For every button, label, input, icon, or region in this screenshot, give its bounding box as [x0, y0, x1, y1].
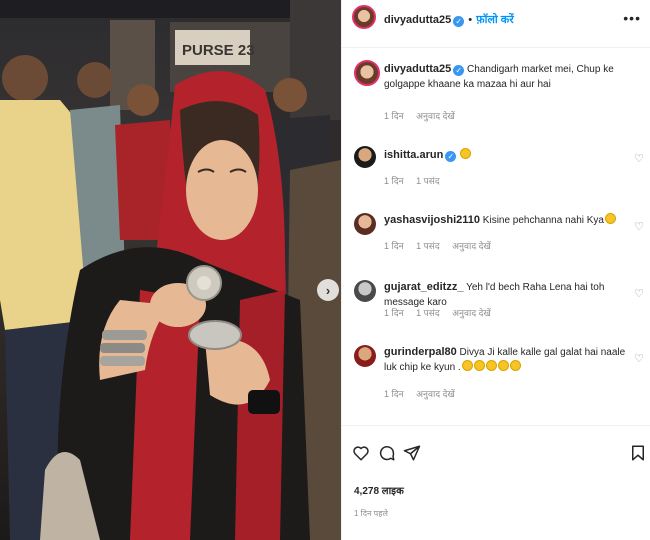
comment-text: yashasvijoshi2110 Kisine pehchanna nahi … [384, 213, 629, 228]
laugh-emoji-icon [509, 360, 521, 371]
post-image[interactable]: PURSE 23 › [0, 0, 341, 540]
comments-list: divyadutta25 ✓ Chandigarh market mei, Chu… [342, 48, 650, 425]
post-header: divyadutta25 ✓ • फ़ॉलो करें ••• [342, 0, 650, 48]
comment-age: 1 दिन [384, 389, 404, 399]
laugh-emoji-icon [473, 360, 485, 371]
comment-meta: 1 दिन 1 पसंद अनुवाद देखें [384, 306, 501, 319]
comment-body: Kisine pehchanna nahi Kya [482, 215, 604, 226]
caption-meta: 1 दिन अनुवाद देखें [384, 109, 465, 122]
comment-meta: 1 दिन 1 पसंद [384, 174, 450, 187]
smile-emoji-icon [605, 213, 616, 224]
comment-username[interactable]: gurinderpal80 [384, 346, 457, 358]
comment-age: 1 दिन [384, 308, 404, 318]
like-count[interactable]: 4,278 लाइक [354, 483, 404, 497]
commenter-avatar[interactable] [354, 146, 376, 168]
commenter-avatar[interactable] [354, 280, 376, 302]
comment-username[interactable]: yashasvijoshi2110 [384, 214, 480, 226]
follow-button[interactable]: फ़ॉलो करें [476, 14, 514, 26]
laugh-emoji-icon [485, 360, 497, 371]
commenter-avatar[interactable] [354, 345, 376, 367]
post-side-panel: divyadutta25 ✓ • फ़ॉलो करें ••• divyadutta2… [341, 0, 650, 540]
caption-username[interactable]: divyadutta25 [384, 63, 451, 75]
post-timestamp: 1 दिन पहले [354, 509, 388, 518]
verified-badge-icon: ✓ [453, 65, 465, 76]
post-actions: 4,278 लाइक 1 दिन पहले [342, 425, 650, 540]
bookmark-icon[interactable] [629, 444, 647, 462]
comment-like-count[interactable]: 1 पसंद [416, 308, 439, 318]
author-avatar-small[interactable] [354, 60, 380, 86]
comment-like-count[interactable]: 1 पसंद [416, 241, 439, 251]
caption-text: divyadutta25 ✓ Chandigarh market mei, Chu… [384, 62, 629, 92]
smile-emoji-icon [460, 148, 472, 159]
shop-sign: PURSE 23 [182, 42, 255, 59]
author-username[interactable]: divyadutta25 [384, 14, 451, 26]
comment-icon[interactable] [378, 444, 396, 462]
laugh-emoji-icon [461, 360, 473, 371]
see-translation-link[interactable]: अनुवाद देखें [416, 389, 455, 399]
comment-text: gurinderpal80 Divya Ji kalle kalle gal g… [384, 345, 629, 375]
author-line: divyadutta25 ✓ • फ़ॉलो करें [384, 10, 514, 28]
comment-meta: 1 दिन अनुवाद देखें [384, 387, 465, 400]
verified-badge-icon: ✓ [453, 16, 465, 27]
comment-username[interactable]: gujarat_editzz_ [384, 281, 463, 293]
comment-like-heart-icon[interactable]: ♡ [634, 220, 644, 233]
caption-age: 1 दिन [384, 111, 404, 121]
verified-badge-icon: ✓ [445, 151, 457, 162]
photo-illustration: PURSE 23 [0, 0, 341, 540]
comment-meta: 1 दिन 1 पसंद अनुवाद देखें [384, 239, 501, 252]
see-translation-link[interactable]: अनुवाद देखें [452, 308, 491, 318]
comment-text: ishitta.arun ✓ [384, 148, 629, 163]
see-translation-link[interactable]: अनुवाद देखें [416, 111, 455, 121]
more-options-icon[interactable]: ••• [623, 10, 641, 26]
share-icon[interactable] [403, 444, 421, 462]
comment-like-heart-icon[interactable]: ♡ [634, 287, 644, 300]
comment-like-count[interactable]: 1 पसंद [416, 176, 439, 186]
comment-age: 1 दिन [384, 241, 404, 251]
author-avatar[interactable] [352, 5, 376, 29]
commenter-avatar[interactable] [354, 213, 376, 235]
comment-username[interactable]: ishitta.arun [384, 149, 443, 161]
comment-like-heart-icon[interactable]: ♡ [634, 352, 644, 365]
next-media-button[interactable]: › [317, 279, 339, 301]
comment-like-heart-icon[interactable]: ♡ [634, 152, 644, 165]
laugh-emoji-icon [497, 360, 509, 371]
comment-age: 1 दिन [384, 176, 404, 186]
see-translation-link[interactable]: अनुवाद देखें [452, 241, 491, 251]
heart-icon[interactable] [352, 444, 370, 462]
dot-separator: • [468, 14, 473, 26]
